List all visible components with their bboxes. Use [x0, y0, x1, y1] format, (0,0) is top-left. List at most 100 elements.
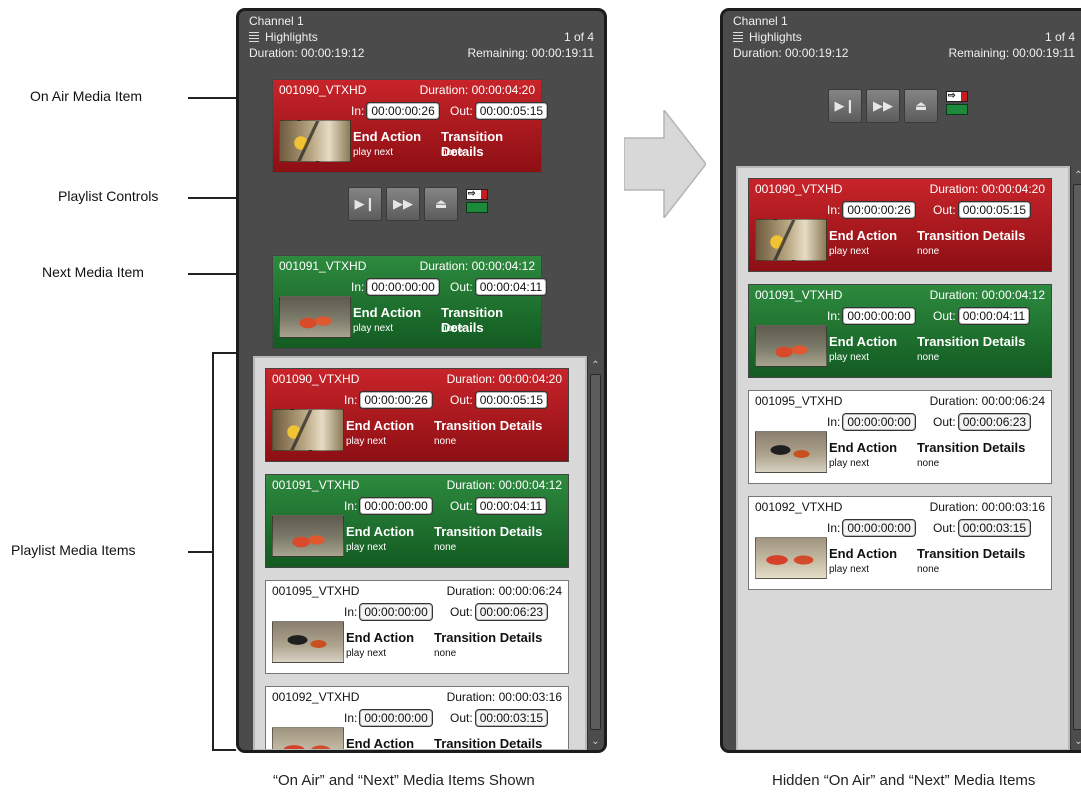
- out-timecode-field[interactable]: 00:00:05:15: [474, 102, 549, 120]
- transition-value[interactable]: none: [917, 246, 939, 257]
- out-timecode-field[interactable]: 00:00:06:23: [474, 603, 549, 621]
- scrollbar-thumb[interactable]: [590, 374, 601, 730]
- playlist-scrollbar[interactable]: ⌃ ⌄: [587, 356, 602, 750]
- status-indicator[interactable]: ⇨: [466, 188, 488, 215]
- end-action-value[interactable]: play next: [346, 648, 386, 659]
- end-action-label: End Action: [829, 546, 898, 561]
- media-thumbnail: [272, 727, 344, 749]
- out-timecode-field[interactable]: 00:00:04:11: [474, 497, 548, 515]
- transition-details-label: Transition Details: [434, 418, 543, 433]
- list-item[interactable]: 001091_VTXHD Duration: 00:00:04:12 In: 00…: [265, 474, 569, 568]
- end-action-label: End Action: [829, 334, 898, 349]
- play-next-button[interactable]: ▶❙: [348, 187, 382, 221]
- out-label: Out:: [450, 393, 473, 407]
- end-action-label: End Action: [346, 630, 415, 645]
- playlist-name[interactable]: Highlights: [733, 30, 802, 44]
- playlist-remaining: Remaining: 00:00:19:11: [948, 46, 1075, 60]
- eject-icon: ⏏: [434, 196, 448, 211]
- fast-forward-icon: ▶▶: [873, 98, 893, 113]
- transition-value[interactable]: none: [917, 564, 939, 575]
- next-media-item[interactable]: 001091_VTXHD Duration: 00:00:04:12 In: 00…: [272, 255, 548, 349]
- playlist-scrollbar[interactable]: ⌃ ⌄: [1070, 166, 1081, 750]
- out-label: Out:: [933, 521, 956, 535]
- on-air-media-item[interactable]: 001090_VTXHD Duration: 00:00:04:20 In: 00…: [272, 79, 549, 173]
- list-item[interactable]: 001092_VTXHD Duration: 00:00:03:16 In: 00…: [265, 686, 569, 749]
- transition-value[interactable]: none: [434, 542, 456, 553]
- end-action-value[interactable]: play next: [346, 542, 386, 553]
- out-timecode-field[interactable]: 00:00:03:15: [957, 519, 1032, 537]
- list-item[interactable]: 001092_VTXHD Duration: 00:00:03:16 In: 00…: [748, 496, 1052, 590]
- scrollbar-thumb[interactable]: [1073, 184, 1081, 730]
- transition-value[interactable]: none: [441, 323, 463, 334]
- media-name: 001090_VTXHD: [279, 83, 367, 97]
- list-item[interactable]: 001090_VTXHD Duration: 00:00:04:20 In: 00…: [265, 368, 569, 462]
- media-duration: Duration: 00:00:04:20: [929, 182, 1045, 196]
- end-action-value[interactable]: play next: [353, 147, 393, 158]
- scroll-up-icon[interactable]: ⌃: [589, 358, 602, 372]
- play-next-icon: ▶❙: [354, 196, 376, 211]
- in-timecode-field[interactable]: 00:00:00:00: [842, 519, 916, 537]
- eject-button[interactable]: ⏏: [424, 187, 458, 221]
- channel-title: Channel 1: [249, 14, 304, 28]
- in-timecode-field[interactable]: 00:00:00:00: [359, 497, 433, 515]
- list-item[interactable]: 001091_VTXHD Duration: 00:00:04:12 In: 00…: [748, 284, 1052, 378]
- scroll-down-icon[interactable]: ⌄: [1072, 734, 1081, 748]
- media-name: 001091_VTXHD: [272, 478, 360, 492]
- fast-forward-button[interactable]: ▶▶: [386, 187, 420, 221]
- in-timecode-field[interactable]: 00:00:00:00: [842, 413, 916, 431]
- in-timecode-field[interactable]: 00:00:00:26: [359, 391, 433, 409]
- fast-forward-button[interactable]: ▶▶: [866, 89, 900, 123]
- transition-value[interactable]: none: [441, 147, 463, 158]
- in-timecode-field[interactable]: 00:00:00:00: [359, 603, 433, 621]
- end-action-value[interactable]: play next: [353, 323, 393, 334]
- caption-left: “On Air” and “Next” Media Items Shown: [273, 772, 535, 789]
- scroll-down-icon[interactable]: ⌄: [589, 734, 602, 748]
- media-duration: Duration: 00:00:06:24: [929, 394, 1045, 408]
- out-timecode-field[interactable]: 00:00:05:15: [474, 391, 549, 409]
- in-timecode-field[interactable]: 00:00:00:26: [842, 201, 916, 219]
- transition-value[interactable]: none: [917, 458, 939, 469]
- annotation-playlist-items: Playlist Media Items: [11, 542, 136, 558]
- playlist-list[interactable]: 001090_VTXHD Duration: 00:00:04:20 In: 00…: [736, 166, 1070, 750]
- media-name: 001092_VTXHD: [755, 500, 843, 514]
- in-label: In:: [827, 521, 841, 535]
- status-indicator[interactable]: ⇨: [946, 90, 968, 117]
- in-label: In:: [344, 393, 358, 407]
- transition-value[interactable]: none: [434, 436, 456, 447]
- end-action-value[interactable]: play next: [829, 246, 869, 257]
- out-timecode-field[interactable]: 00:00:03:15: [474, 709, 549, 727]
- annotation-playlist-items-line: [188, 551, 212, 553]
- end-action-value[interactable]: play next: [346, 436, 386, 447]
- media-thumbnail: [279, 296, 351, 338]
- out-timecode-field[interactable]: 00:00:05:15: [957, 201, 1032, 219]
- out-timecode-field[interactable]: 00:00:06:23: [957, 413, 1032, 431]
- end-action-value[interactable]: play next: [829, 564, 869, 575]
- in-timecode-field[interactable]: 00:00:00:00: [366, 278, 440, 296]
- in-timecode-field[interactable]: 00:00:00:00: [359, 709, 433, 727]
- media-duration: Duration: 00:00:06:24: [446, 584, 562, 598]
- out-label: Out:: [450, 280, 473, 294]
- out-timecode-field[interactable]: 00:00:04:11: [957, 307, 1031, 325]
- out-timecode-field[interactable]: 00:00:04:11: [474, 278, 548, 296]
- in-label: In:: [827, 203, 841, 217]
- playlist-name[interactable]: Highlights: [249, 30, 318, 44]
- play-next-button[interactable]: ▶❙: [828, 89, 862, 123]
- transition-value[interactable]: none: [434, 648, 456, 659]
- list-item[interactable]: 001090_VTXHD Duration: 00:00:04:20 In: 00…: [748, 178, 1052, 272]
- list-item[interactable]: 001095_VTXHD Duration: 00:00:06:24 In: 00…: [748, 390, 1052, 484]
- end-action-value[interactable]: play next: [829, 352, 869, 363]
- transition-value[interactable]: none: [917, 352, 939, 363]
- playlist-duration: Duration: 00:00:19:12: [733, 46, 849, 60]
- eject-button[interactable]: ⏏: [904, 89, 938, 123]
- end-action-value[interactable]: play next: [829, 458, 869, 469]
- playlist-list[interactable]: 001090_VTXHD Duration: 00:00:04:20 In: 00…: [253, 356, 587, 750]
- list-item[interactable]: 001095_VTXHD Duration: 00:00:06:24 In: 00…: [265, 580, 569, 674]
- status-icon: ⇨: [466, 188, 488, 200]
- media-duration: Duration: 00:00:04:12: [446, 478, 562, 492]
- end-action-label: End Action: [353, 129, 422, 144]
- in-timecode-field[interactable]: 00:00:00:26: [366, 102, 440, 120]
- in-timecode-field[interactable]: 00:00:00:00: [842, 307, 916, 325]
- media-thumbnail: [755, 431, 827, 473]
- scroll-up-icon[interactable]: ⌃: [1072, 168, 1081, 182]
- media-duration: Duration: 00:00:04:20: [446, 372, 562, 386]
